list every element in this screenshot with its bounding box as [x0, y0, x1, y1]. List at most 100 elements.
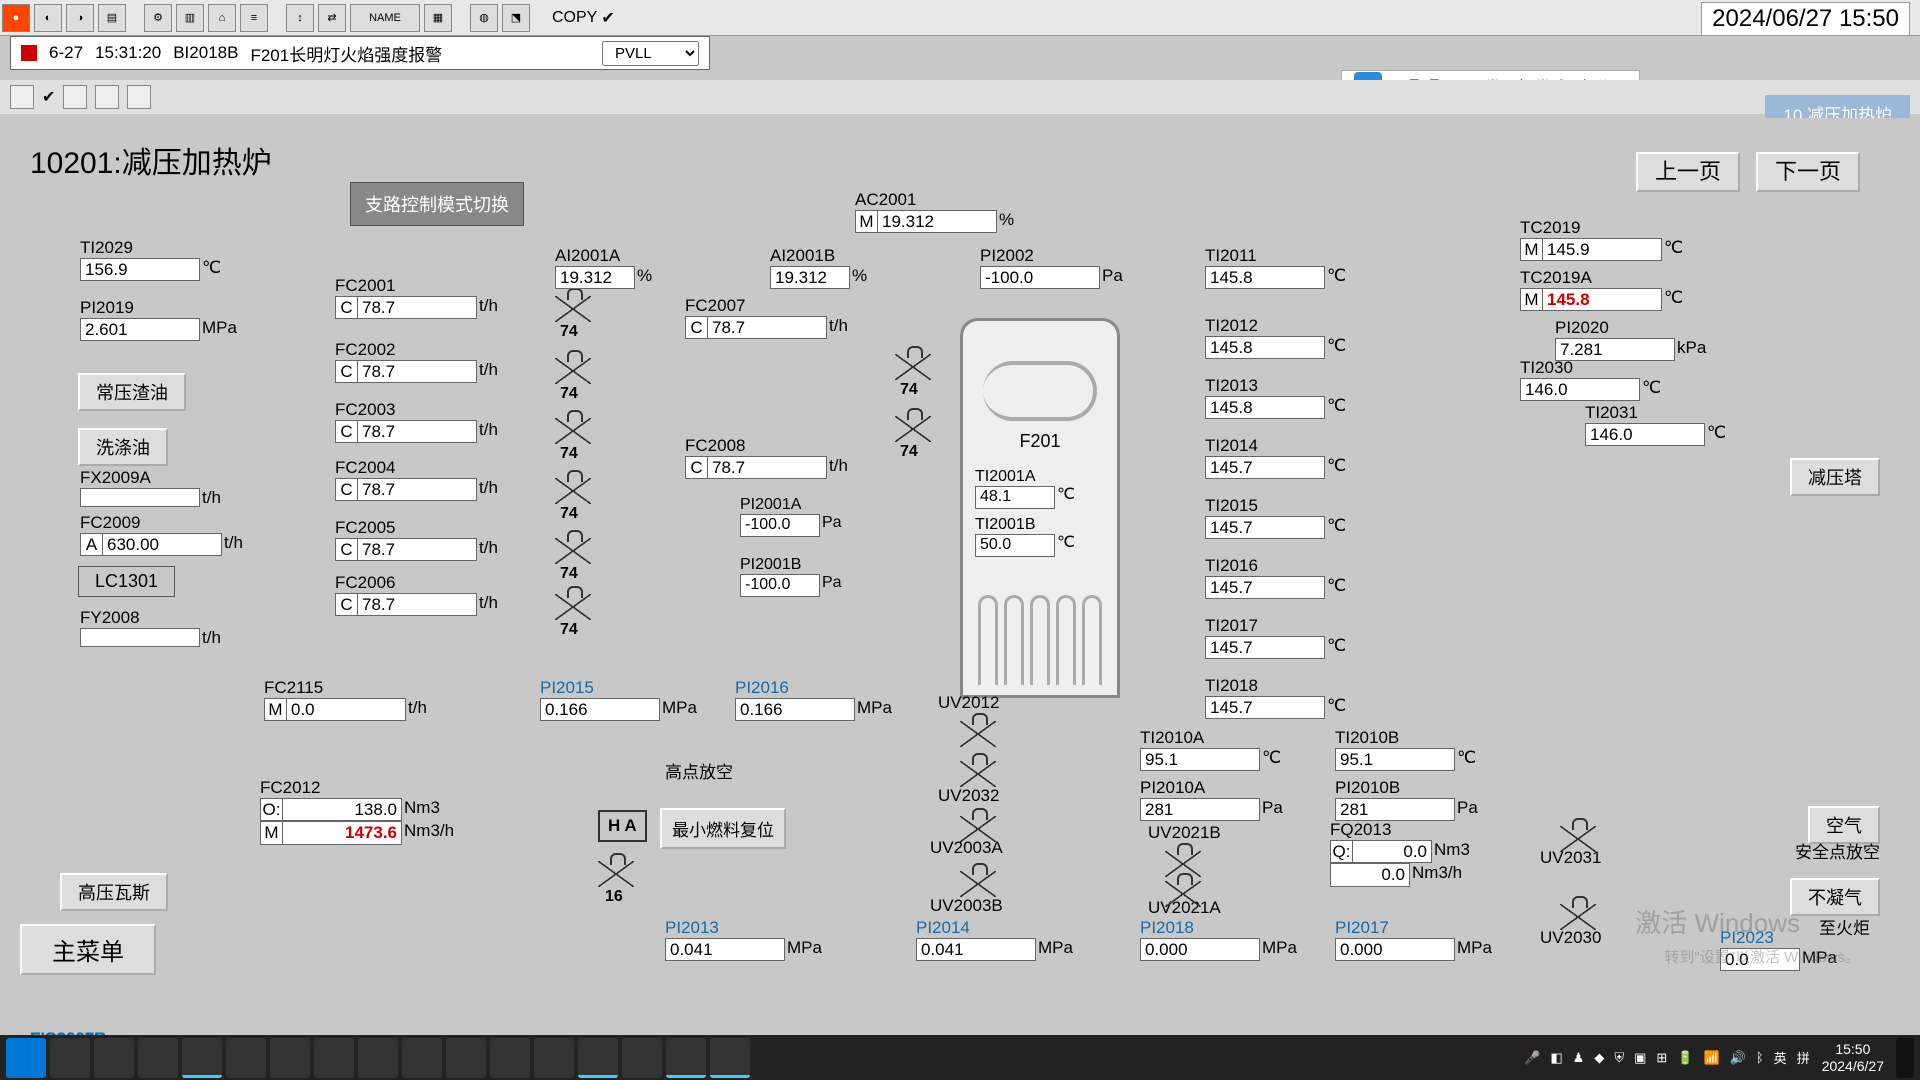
next-page-button[interactable]: 下一页	[1756, 152, 1860, 192]
taskbar-chrome[interactable]	[578, 1038, 618, 1078]
tool-icon-11[interactable]: ▦	[424, 4, 452, 32]
tray-shield-icon[interactable]: ⛨	[1614, 1050, 1624, 1066]
tool-icon-9[interactable]: ⇄	[318, 4, 346, 32]
alarm-icon[interactable]: ●	[2, 4, 30, 32]
tray-wifi-icon[interactable]: 📶	[1703, 1050, 1719, 1066]
taskbar-app-9[interactable]	[666, 1038, 706, 1078]
TI2013[interactable]: TI2013145.8℃	[1205, 376, 1346, 419]
TI2030[interactable]: TI2030146.0℃	[1520, 358, 1661, 401]
FC2003[interactable]: FC2003C78.7t/h	[335, 400, 498, 443]
tool-icon-13[interactable]: ⬔	[502, 4, 530, 32]
taskbar-notifications[interactable]	[1896, 1038, 1914, 1078]
TI2014[interactable]: TI2014145.7℃	[1205, 436, 1346, 479]
tray-ime-mode[interactable]: 拼	[1797, 1048, 1810, 1067]
alarm-priority-select[interactable]: PVLL	[602, 41, 699, 66]
taskbar-explorer[interactable]	[94, 1038, 134, 1078]
FQ2013[interactable]: FQ2013 Q:0.0Nm3 0.0Nm3/h	[1330, 820, 1470, 887]
taskbar-app-5[interactable]	[446, 1038, 486, 1078]
tray-icon-3[interactable]: ◆	[1594, 1050, 1604, 1066]
prev-page-button[interactable]: 上一页	[1636, 152, 1740, 192]
TI2016[interactable]: TI2016145.7℃	[1205, 556, 1346, 599]
sec-icon-4[interactable]	[127, 85, 151, 109]
taskbar-app-1[interactable]	[182, 1038, 222, 1078]
PI2010A[interactable]: PI2010A281Pa	[1140, 778, 1283, 821]
start-button[interactable]	[6, 1038, 46, 1078]
tool-icon-8[interactable]: ↕	[286, 4, 314, 32]
tray-volume-icon[interactable]: 🔊	[1730, 1050, 1746, 1066]
PI2018[interactable]: PI20180.000MPa	[1140, 918, 1297, 961]
AI2001A[interactable]: AI2001A19.312%	[555, 246, 652, 289]
tray-battery-icon[interactable]: 🔋	[1677, 1050, 1693, 1066]
tool-icon-12[interactable]: ◍	[470, 4, 498, 32]
tool-icon-10[interactable]: NAME	[350, 4, 420, 32]
TI2001B[interactable]: TI2001B50.0℃	[975, 516, 1075, 557]
tool-icon-1[interactable]: ◐	[34, 4, 62, 32]
tray-icon-2[interactable]: ♟	[1573, 1050, 1585, 1066]
FC2002[interactable]: FC2002C78.7t/h	[335, 340, 498, 383]
tool-icon-4[interactable]: ⚙	[144, 4, 172, 32]
min-fuel-reset-button[interactable]: 最小燃料复位	[660, 808, 786, 849]
taskbar-app-2[interactable]	[270, 1038, 310, 1078]
TC2019A[interactable]: TC2019AM145.8℃	[1520, 268, 1683, 311]
alarm-bar[interactable]: 6-27 15:31:20 BI2018B F201长明灯火焰强度报警 PVLL	[10, 36, 710, 70]
taskbar-app-4[interactable]	[402, 1038, 442, 1078]
PI2017[interactable]: PI20170.000MPa	[1335, 918, 1492, 961]
PI2013[interactable]: PI20130.041MPa	[665, 918, 822, 961]
tray-mic-icon[interactable]: 🎤	[1524, 1050, 1540, 1066]
TI2010A[interactable]: TI2010A95.1℃	[1140, 728, 1281, 771]
FC2012[interactable]: FC2012 O:138.0Nm3 M1473.6Nm3/h	[260, 778, 454, 845]
PI2014[interactable]: PI20140.041MPa	[916, 918, 1073, 961]
taskbar-qq[interactable]	[226, 1038, 266, 1078]
TC2019[interactable]: TC2019M145.9℃	[1520, 218, 1683, 261]
taskbar-app-3[interactable]	[314, 1038, 354, 1078]
PI2015[interactable]: PI20150.166MPa	[540, 678, 697, 721]
TI2012[interactable]: TI2012145.8℃	[1205, 316, 1346, 359]
main-menu-button[interactable]: 主菜单	[20, 924, 156, 975]
sec-check-icon[interactable]: ✔	[42, 87, 55, 107]
taskbar-app-6[interactable]	[490, 1038, 530, 1078]
FX2009A[interactable]: FX2009At/h	[80, 468, 221, 507]
PI2016[interactable]: PI20160.166MPa	[735, 678, 892, 721]
FC2006[interactable]: FC2006C78.7t/h	[335, 573, 498, 616]
FC2009[interactable]: FC2009A630.00t/h	[80, 513, 243, 556]
TI2 011[interactable]: TI2011145.8℃	[1205, 246, 1346, 289]
PI2002[interactable]: PI2002-100.0Pa	[980, 246, 1123, 289]
FC2008[interactable]: FC2008C78.7t/h	[685, 436, 848, 479]
tray-icon-5[interactable]: ⊞	[1656, 1050, 1667, 1066]
TI2015[interactable]: TI2015145.7℃	[1205, 496, 1346, 539]
PI2001B[interactable]: PI2001B-100.0Pa	[740, 556, 842, 597]
taskbar-app-7[interactable]	[534, 1038, 574, 1078]
tray-icon-4[interactable]: ▣	[1634, 1050, 1646, 1066]
PI2020[interactable]: PI20207.281kPa	[1555, 318, 1706, 361]
TI2010B[interactable]: TI2010B95.1℃	[1335, 728, 1476, 771]
TI2017[interactable]: TI2017145.7℃	[1205, 616, 1346, 659]
taskbar-app-10[interactable]	[710, 1038, 750, 1078]
TI2001A[interactable]: TI2001A48.1℃	[975, 468, 1075, 509]
TI2029[interactable]: TI2029156.9℃	[80, 238, 221, 281]
FY2008[interactable]: FY2008t/h	[80, 608, 221, 647]
tool-icon-6[interactable]: ⌂	[208, 4, 236, 32]
FC2004[interactable]: FC2004C78.7t/h	[335, 458, 498, 501]
tool-icon-2[interactable]: ◑	[66, 4, 94, 32]
FC2001[interactable]: FC2001C78.7t/h	[335, 276, 498, 319]
FC2115[interactable]: FC2115M0.0t/h	[264, 678, 427, 721]
PI2001A[interactable]: PI2001A-100.0Pa	[740, 496, 842, 537]
PI2010B[interactable]: PI2010B281Pa	[1335, 778, 1478, 821]
taskbar-edge[interactable]	[50, 1038, 90, 1078]
FC2005[interactable]: FC2005C78.7t/h	[335, 518, 498, 561]
FC2007[interactable]: FC2007C78.7t/h	[685, 296, 848, 339]
tray-ime-lang[interactable]: 英	[1774, 1048, 1787, 1067]
taskbar-app-8[interactable]	[622, 1038, 662, 1078]
taskbar-firefox[interactable]	[358, 1038, 398, 1078]
taskbar-clock[interactable]: 15:502024/6/27	[1814, 1041, 1892, 1075]
tool-icon-5[interactable]: ▥	[176, 4, 204, 32]
PI2019[interactable]: PI20192.601MPa	[80, 298, 237, 341]
copy-label[interactable]: COPY	[552, 9, 597, 27]
AC2001[interactable]: AC2001M19.312%	[855, 190, 1014, 233]
tool-icon-3[interactable]: ▤	[98, 4, 126, 32]
sec-icon-3[interactable]	[95, 85, 119, 109]
system-tray[interactable]: 🎤 ◧ ♟ ◆ ⛨ ▣ ⊞ 🔋 📶 🔊 ᛒ 英 拼	[1524, 1048, 1810, 1067]
branch-mode-button[interactable]: 支路控制模式切换	[350, 182, 524, 226]
sec-icon-2[interactable]	[63, 85, 87, 109]
tray-bluetooth-icon[interactable]: ᛒ	[1756, 1050, 1764, 1065]
